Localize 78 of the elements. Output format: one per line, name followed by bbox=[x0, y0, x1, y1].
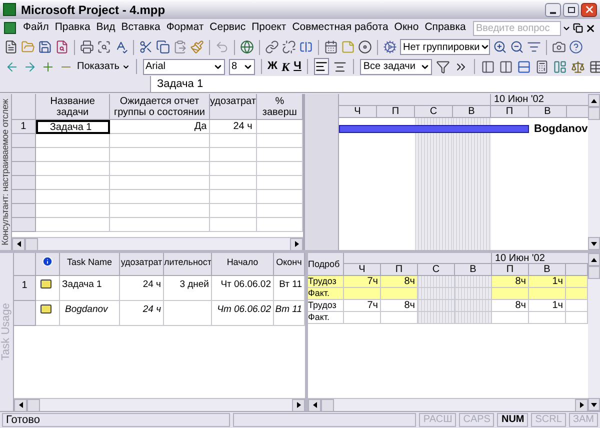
menu-item[interactable]: Формат bbox=[163, 20, 207, 36]
timescale-day: П bbox=[491, 106, 529, 118]
column-header[interactable]: удозатрат bbox=[120, 253, 164, 276]
menu-item[interactable]: Сервис bbox=[206, 20, 249, 36]
column-header[interactable]: Ожидается отчет группы о состоянии bbox=[110, 94, 210, 120]
timescale-day: С bbox=[418, 264, 455, 276]
detail-label: Трудоз bbox=[308, 276, 344, 288]
table-cell[interactable]: Задача 1 bbox=[36, 120, 110, 134]
usage-cell: 7ч bbox=[344, 276, 381, 288]
column-header[interactable]: Task Name bbox=[60, 253, 120, 276]
timescale-month: 10 Июн '02 bbox=[494, 253, 545, 263]
usage-cell: 7ч bbox=[344, 300, 381, 312]
usage-cell: 1ч bbox=[529, 276, 566, 288]
table-cell: Чт 06.06.02 bbox=[212, 276, 274, 301]
table-cell: 3 дней bbox=[164, 276, 212, 301]
menu-item[interactable]: Окно bbox=[391, 20, 422, 36]
timescale-day: Ч bbox=[339, 106, 377, 118]
usage-cell: 8ч bbox=[381, 276, 418, 288]
timescale-day: П bbox=[492, 264, 529, 276]
usage-cell: 8ч bbox=[492, 300, 529, 312]
table-cell: Чт 06.06.02 bbox=[212, 301, 274, 326]
timescale-day: П bbox=[377, 106, 415, 118]
bold-button[interactable]: Ж bbox=[268, 58, 278, 75]
view-side-label: Task Usage bbox=[0, 303, 14, 361]
usage-cell: 1ч bbox=[529, 300, 566, 312]
menu-item[interactable]: Совместная работа bbox=[289, 20, 392, 36]
detail-label: Трудоз bbox=[308, 300, 344, 312]
table-cell: 24 ч bbox=[120, 301, 164, 326]
status-text: Готово bbox=[2, 413, 230, 427]
menu-item[interactable]: Вид bbox=[93, 20, 118, 36]
column-header[interactable]: удозатрат bbox=[210, 94, 258, 120]
resource-label: Bogdanov bbox=[534, 122, 588, 137]
menu-item[interactable]: Справка bbox=[422, 20, 469, 36]
column-header[interactable]: лительност bbox=[164, 253, 212, 276]
menu-item[interactable]: Проект bbox=[248, 20, 290, 36]
timescale-day: В bbox=[455, 264, 492, 276]
entry-field[interactable]: Задача 1 bbox=[150, 76, 600, 92]
table-cell: Да bbox=[110, 120, 210, 134]
column-header[interactable]: Название задачи bbox=[36, 94, 110, 120]
status-indicator: РАСШ bbox=[419, 413, 456, 427]
timescale-day: Ч bbox=[344, 264, 381, 276]
timescale-day: В bbox=[529, 106, 567, 118]
underline-button[interactable]: Ч bbox=[294, 58, 302, 75]
menu-item[interactable]: Правка bbox=[52, 20, 94, 36]
usage-cell: 8ч bbox=[492, 276, 529, 288]
menu-item[interactable]: Файл bbox=[20, 20, 52, 36]
window-title: Microsoft Project - 4.mpp bbox=[21, 2, 166, 18]
italic-button[interactable]: К bbox=[281, 58, 290, 76]
show-button[interactable]: Показать bbox=[77, 59, 130, 74]
table-cell: Задача 1 bbox=[60, 276, 120, 301]
status-indicator: SCRL bbox=[531, 413, 566, 427]
menu-item[interactable]: Вставка bbox=[118, 20, 164, 36]
font-size-dropdown[interactable]: 8 bbox=[228, 58, 255, 74]
detail-label: Факт. bbox=[308, 312, 344, 324]
timescale-day: В bbox=[529, 264, 566, 276]
row-number[interactable]: 1 bbox=[12, 120, 36, 134]
status-indicator: ЗАМ bbox=[568, 413, 598, 427]
view-side-label: Консультант: настраиваемое отслеж bbox=[0, 98, 11, 246]
detail-label: Факт. bbox=[308, 288, 344, 300]
column-header[interactable]: Начало bbox=[212, 253, 274, 276]
timescale-day: П bbox=[381, 264, 418, 276]
help-search-field[interactable]: Введите вопрос bbox=[473, 20, 561, 36]
status-indicator: NUM bbox=[497, 413, 528, 427]
usage-cell: 8ч bbox=[381, 300, 418, 312]
row-number[interactable]: 1 bbox=[14, 276, 36, 301]
timescale-day: С bbox=[415, 106, 453, 118]
column-header[interactable]: Оконч bbox=[274, 253, 305, 276]
grouping-dropdown[interactable]: Нет группировки bbox=[400, 39, 490, 55]
table-cell: 24 ч bbox=[120, 276, 164, 301]
table-cell: Bogdanov bbox=[60, 301, 120, 326]
table-cell: 24 ч bbox=[210, 120, 258, 134]
timescale-day: В bbox=[453, 106, 491, 118]
column-header[interactable]: % заверш bbox=[257, 94, 303, 120]
font-dropdown[interactable]: Arial bbox=[142, 58, 225, 74]
details-header: Подроб bbox=[308, 253, 344, 276]
filter-dropdown[interactable]: Все задачи bbox=[360, 58, 432, 74]
status-indicator: CAPS bbox=[459, 413, 494, 427]
timescale-month: 10 Июн '02 bbox=[493, 94, 544, 105]
